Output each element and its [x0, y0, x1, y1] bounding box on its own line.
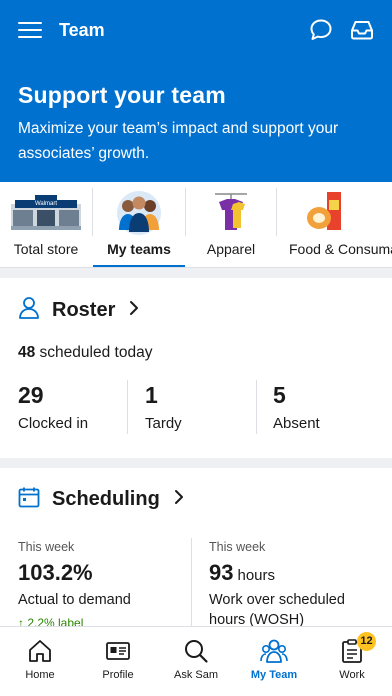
stat-value: 1 — [145, 382, 158, 408]
inbox-icon[interactable] — [349, 17, 375, 43]
search-icon — [183, 638, 209, 669]
store-icon: Walmart — [11, 190, 81, 235]
category-label: My teams — [107, 241, 171, 257]
chevron-right-icon — [129, 300, 139, 321]
stat-label: Absent — [273, 415, 320, 432]
stat-value: 5 — [273, 382, 286, 408]
page-title: Team — [59, 20, 105, 40]
tab-home[interactable]: Home — [1, 627, 79, 696]
svg-text:Walmart: Walmart — [35, 201, 57, 207]
divider — [191, 538, 192, 628]
roster-title: Roster — [52, 299, 116, 321]
category-label: Total store — [13, 241, 79, 257]
tab-my-team[interactable]: My Team — [235, 627, 313, 696]
tab-label: Ask Sam — [173, 669, 218, 681]
category-label: Apparel — [206, 241, 256, 257]
scheduling-header[interactable]: Scheduling — [18, 486, 184, 513]
team-people-icon — [115, 190, 163, 241]
scheduled-text: scheduled today — [35, 344, 153, 361]
chat-icon[interactable] — [308, 17, 334, 43]
divider — [256, 380, 257, 434]
tab-profile[interactable]: Profile — [79, 627, 157, 696]
category-my-teams[interactable]: My teams — [93, 182, 185, 267]
category-label: Food & Consuma — [289, 241, 392, 257]
bottom-tab-bar: Home Profile Ask Sam My Team 12 Work — [0, 626, 392, 696]
metric-value: 103.2% — [18, 560, 93, 585]
notification-badge: 12 — [357, 632, 376, 651]
metric-unit: hours — [237, 567, 276, 584]
actual-to-demand[interactable]: This week 103.2% Actual to demand ↑ 2.2%… — [18, 540, 131, 630]
stat-clocked-in[interactable]: 29 Clocked in — [18, 382, 88, 432]
person-icon — [18, 296, 40, 325]
scheduled-count: 48 — [18, 344, 36, 361]
tab-work[interactable]: 12 Work — [313, 627, 391, 696]
period-label: This week — [209, 540, 266, 554]
tab-ask-sam[interactable]: Ask Sam — [157, 627, 235, 696]
description-line: Work over scheduled — [209, 592, 345, 608]
metric-description: Actual to demand — [18, 592, 131, 608]
header: Team Support your team Maximize your tea… — [0, 0, 392, 182]
scheduling-title: Scheduling — [52, 488, 160, 510]
stat-value: 29 — [18, 382, 44, 408]
food-icon — [305, 190, 349, 237]
period-label: This week — [18, 540, 75, 554]
divider — [127, 380, 128, 434]
active-indicator — [93, 265, 185, 267]
category-apparel[interactable]: Apparel — [186, 182, 276, 267]
nav-bar: Team — [0, 0, 392, 62]
tab-label: Work — [339, 669, 365, 681]
metric-value: 93 — [209, 560, 234, 585]
roster-card: Roster 48 scheduled today 29 Clocked in … — [0, 278, 392, 458]
tab-label: My Team — [250, 669, 298, 681]
category-food[interactable]: Food & Consuma — [277, 182, 392, 267]
team-icon — [260, 638, 288, 669]
stat-absent[interactable]: 5 Absent — [273, 382, 320, 432]
hero-subtitle: Maximize your team’s impact and support … — [18, 120, 339, 162]
roster-header[interactable]: Roster — [18, 296, 139, 325]
stat-label: Clocked in — [18, 415, 89, 432]
app-screen: Team Support your team Maximize your tea… — [0, 0, 392, 696]
metric-description: Work over scheduled hours (WOSH) — [209, 590, 345, 630]
calendar-icon — [18, 486, 40, 513]
stat-tardy[interactable]: 1 Tardy — [145, 382, 182, 432]
scheduled-today: 48 scheduled today — [18, 344, 152, 362]
category-total-store[interactable]: Walmart Total store — [0, 182, 92, 267]
wosh-metric[interactable]: This week 93 hours Work over scheduled hou… — [209, 540, 345, 630]
category-tabs: Walmart Total store My teams Apparel Foo… — [0, 182, 392, 268]
metric-value-row: 93 hours — [209, 560, 345, 586]
chevron-right-icon — [174, 489, 184, 510]
hero-title: Support your team — [18, 82, 226, 108]
menu-icon[interactable] — [18, 20, 42, 40]
tab-label: Home — [25, 669, 55, 681]
scheduling-card: Scheduling This week 103.2% Actual to de… — [0, 468, 392, 630]
profile-card-icon — [105, 638, 131, 669]
tab-label: Profile — [102, 669, 134, 681]
home-icon — [27, 638, 53, 669]
stat-label: Tardy — [145, 415, 182, 432]
apparel-icon — [211, 190, 251, 239]
